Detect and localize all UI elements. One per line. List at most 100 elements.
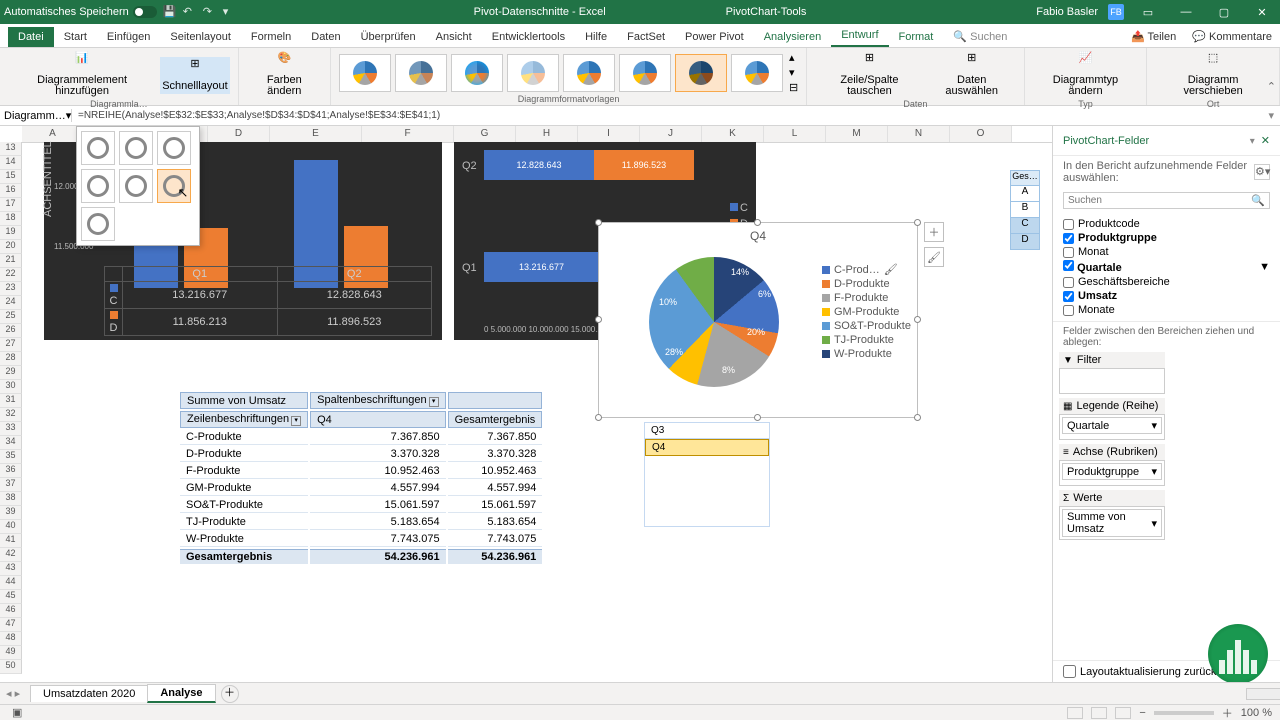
view-pagelayout-icon[interactable] xyxy=(1091,707,1107,719)
tab-suchen[interactable]: 🔍 Suchen xyxy=(943,26,1017,47)
row-filter-icon[interactable]: ▾ xyxy=(291,416,301,426)
avatar[interactable]: FB xyxy=(1108,4,1124,20)
move-chart-button[interactable]: ⬚Diagramm verschieben xyxy=(1155,51,1271,99)
slicer-item-c[interactable]: C xyxy=(1010,218,1040,234)
chart-style-4[interactable] xyxy=(507,54,559,92)
chart-style-6[interactable] xyxy=(619,54,671,92)
chart-elements-button[interactable]: ＋ xyxy=(924,222,944,242)
pie-chart[interactable]: Q4 14% 6% 20% 8% 28% 10% C-Prod…🖌 D-Prod… xyxy=(598,222,918,418)
change-chart-type-button[interactable]: 📈Diagrammtyp ändern xyxy=(1033,51,1139,99)
add-chart-element-button[interactable]: 📊Diagrammelement hinzufügen xyxy=(8,51,156,99)
zoom-out-icon[interactable]: − xyxy=(1139,707,1145,719)
panel-gear-icon[interactable]: ⚙▾ xyxy=(1254,164,1270,180)
layout-opt-5[interactable] xyxy=(119,169,153,203)
panel-close-icon[interactable]: ✕ xyxy=(1261,135,1270,147)
formula-expand-icon[interactable]: ▾ xyxy=(1262,109,1280,122)
sheet-nav-icon[interactable]: ◂ ▸ xyxy=(6,687,20,700)
chart-style-1[interactable] xyxy=(339,54,391,92)
tab-ueberpruefen[interactable]: Überprüfen xyxy=(351,27,426,47)
chip-quartale[interactable]: Quartale▾ xyxy=(1062,417,1162,434)
chart-style-5[interactable] xyxy=(563,54,615,92)
tab-entwurf[interactable]: Entwurf xyxy=(831,25,888,47)
slicer-item-d[interactable]: D xyxy=(1010,234,1040,250)
chart-style-3[interactable] xyxy=(451,54,503,92)
slicer-q4[interactable]: Q4 xyxy=(645,439,769,456)
share-button[interactable]: 📤 Teilen xyxy=(1123,26,1184,47)
field-monat[interactable]: Monat xyxy=(1063,245,1270,259)
pie-plot[interactable]: 14% 6% 20% 8% 28% 10% xyxy=(649,257,779,387)
layout-opt-6[interactable]: ↖ xyxy=(157,169,191,203)
redo-icon[interactable]: ↷ xyxy=(203,5,217,19)
minimize-icon[interactable]: — xyxy=(1172,2,1200,22)
sheet-umsatzdaten[interactable]: Umsatzdaten 2020 xyxy=(30,685,148,702)
worksheet-grid[interactable]: ABCDEFGHIJKLMNO 131415161718192021222324… xyxy=(0,126,1052,682)
tab-hilfe[interactable]: Hilfe xyxy=(575,27,617,47)
tab-formeln[interactable]: Formeln xyxy=(241,27,301,47)
styles-more-icon[interactable]: ⊟ xyxy=(789,81,798,94)
brush-icon[interactable]: 🖌 xyxy=(884,263,898,276)
pivot-table[interactable]: Summe von UmsatzSpaltenbeschriftungen▾ Z… xyxy=(178,390,544,566)
comments-button[interactable]: 💬 Kommentare xyxy=(1184,26,1280,47)
tab-factset[interactable]: FactSet xyxy=(617,27,675,47)
layout-opt-7[interactable] xyxy=(81,207,115,241)
ribbon-options-icon[interactable]: ▭ xyxy=(1134,2,1162,22)
formula-input[interactable]: =NREIHE(Analyse!$E$32:$E$33;Analyse!$D$3… xyxy=(72,110,1262,121)
tab-einfuegen[interactable]: Einfügen xyxy=(97,27,160,47)
layout-opt-1[interactable] xyxy=(81,131,115,165)
tab-entwicklertools[interactable]: Entwicklertools xyxy=(482,27,575,47)
customize-qat-icon[interactable]: ▾ xyxy=(223,5,237,19)
add-sheet-button[interactable]: ＋ xyxy=(221,685,239,703)
search-icon[interactable]: 🔍 xyxy=(1251,194,1265,207)
sheet-analyse[interactable]: Analyse xyxy=(147,684,215,703)
col-filter-icon[interactable]: ▾ xyxy=(429,397,439,407)
layout-opt-4[interactable] xyxy=(81,169,115,203)
styles-down-icon[interactable]: ▾ xyxy=(789,66,798,79)
save-icon[interactable]: 💾 xyxy=(163,5,177,19)
field-quartale[interactable]: Quartale▼ xyxy=(1063,259,1270,275)
layout-opt-3[interactable] xyxy=(157,131,191,165)
switch-row-col-button[interactable]: ⊞Zeile/Spalte tauschen xyxy=(815,51,924,99)
collapse-ribbon-icon[interactable]: ⌃ xyxy=(1267,80,1276,93)
defer-layout-checkbox[interactable] xyxy=(1063,665,1076,678)
chip-summe-umsatz[interactable]: Summe von Umsatz▾ xyxy=(1062,509,1162,537)
filter-icon[interactable]: ▼ xyxy=(1259,261,1270,273)
zoom-in-icon[interactable]: ＋ xyxy=(1222,705,1233,721)
name-box[interactable]: Diagramm…▾ xyxy=(0,109,72,122)
quick-layout-button[interactable]: ⊞Schnelllayout xyxy=(160,57,229,94)
field-produktcode[interactable]: Produktcode xyxy=(1063,217,1270,231)
autosave-toggle[interactable]: Automatisches Speichern xyxy=(4,6,157,18)
view-normal-icon[interactable] xyxy=(1067,707,1083,719)
tab-ansicht[interactable]: Ansicht xyxy=(426,27,482,47)
chart-styles-button[interactable]: 🖌 xyxy=(924,247,944,267)
chart-style-8[interactable] xyxy=(731,54,783,92)
field-umsatz[interactable]: Umsatz xyxy=(1063,289,1270,303)
change-colors-button[interactable]: 🎨Farben ändern xyxy=(247,51,322,99)
horizontal-scrollbar[interactable]: ◂▸ xyxy=(1246,688,1272,700)
undo-icon[interactable]: ↶ xyxy=(183,5,197,19)
field-monate[interactable]: Monate xyxy=(1063,303,1270,317)
close-icon[interactable]: ✕ xyxy=(1248,2,1276,22)
slicer-item-b[interactable]: B xyxy=(1010,202,1040,218)
tab-start[interactable]: Start xyxy=(54,27,97,47)
zoom-slider[interactable] xyxy=(1154,711,1214,715)
view-pagebreak-icon[interactable] xyxy=(1115,707,1131,719)
layout-opt-2[interactable] xyxy=(119,131,153,165)
record-macro-icon[interactable]: ▣ xyxy=(12,706,22,719)
chart-style-2[interactable] xyxy=(395,54,447,92)
tab-daten[interactable]: Daten xyxy=(301,27,350,47)
zoom-level[interactable]: 100 % xyxy=(1241,707,1272,719)
tab-seitenlayout[interactable]: Seitenlayout xyxy=(160,27,241,47)
slicer-item-a[interactable]: A xyxy=(1010,186,1040,202)
maximize-icon[interactable]: ▢ xyxy=(1210,2,1238,22)
field-produktgruppe[interactable]: Produktgruppe xyxy=(1063,231,1270,245)
tab-datei[interactable]: Datei xyxy=(8,27,54,47)
chart-style-7[interactable] xyxy=(675,54,727,92)
styles-up-icon[interactable]: ▴ xyxy=(789,51,798,64)
panel-min-icon[interactable]: ▾ xyxy=(1250,136,1255,147)
tab-powerpivot[interactable]: Power Pivot xyxy=(675,27,754,47)
chip-produktgruppe[interactable]: Produktgruppe▾ xyxy=(1062,463,1162,480)
chart-title[interactable]: Q4 xyxy=(599,223,917,243)
area-werte[interactable]: Σ WerteSumme von Umsatz▾ xyxy=(1059,490,1165,540)
area-legend[interactable]: ▦ Legende (Reihe)Quartale▾ xyxy=(1059,398,1165,440)
field-geschaeftsbereiche[interactable]: Geschäftsbereiche xyxy=(1063,275,1270,289)
